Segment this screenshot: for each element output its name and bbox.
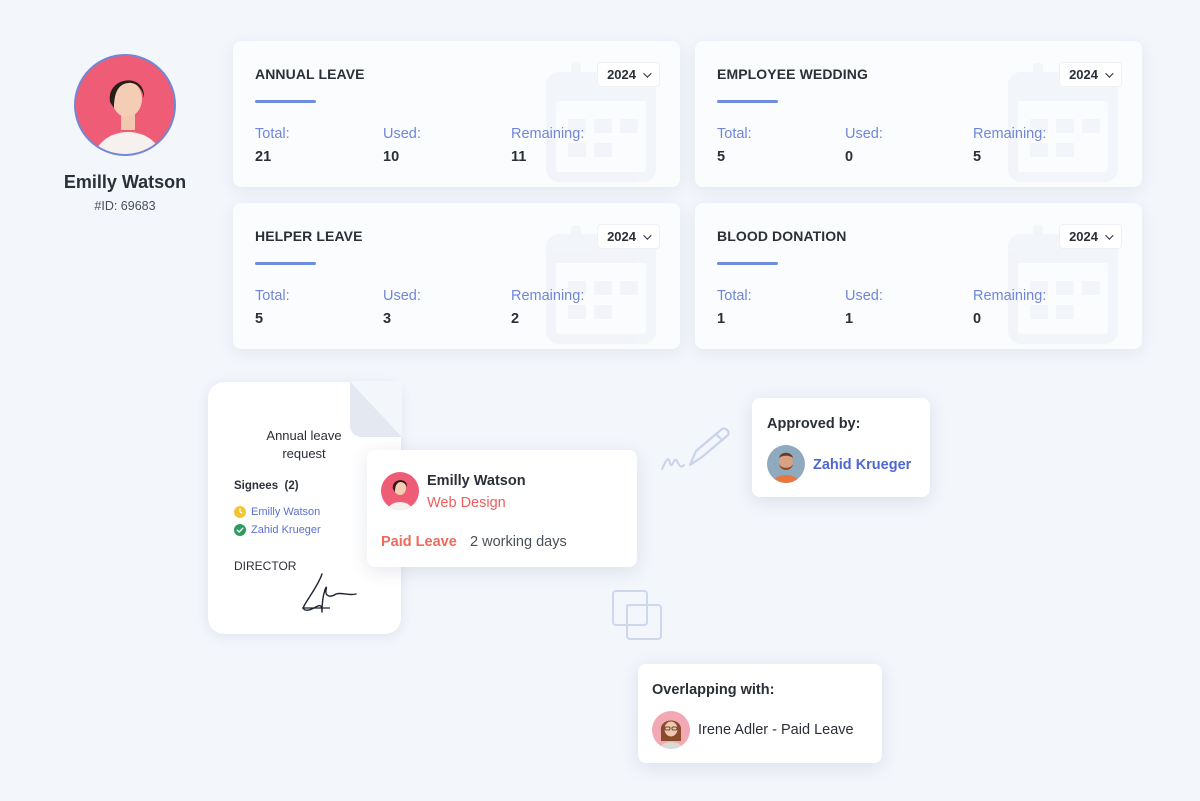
stat-label: Total: <box>717 288 752 304</box>
document-title: Annual leave request <box>266 428 342 461</box>
card-accent-bar <box>717 262 778 265</box>
avatar[interactable] <box>652 711 690 749</box>
avatar[interactable] <box>74 54 176 156</box>
stat-label: Remaining: <box>973 288 1047 304</box>
avatar[interactable] <box>381 472 419 510</box>
stat-used: Used: 0 <box>845 126 883 165</box>
signee-name: Emilly Watson <box>251 506 321 518</box>
stat-value: 5 <box>255 311 264 327</box>
year-select[interactable]: 2024 <box>1059 224 1122 249</box>
clock-icon <box>234 506 246 518</box>
check-circle-icon <box>234 524 246 536</box>
stat-label: Total: <box>717 126 752 142</box>
signer-role: DIRECTOR <box>234 559 297 573</box>
card-accent-bar <box>255 262 316 265</box>
stat-label: Used: <box>383 126 421 142</box>
chevron-down-icon <box>1105 68 1114 78</box>
stat-label: Used: <box>845 288 883 304</box>
signee-item[interactable]: Zahid Krueger <box>234 524 321 536</box>
stat-label: Remaining: <box>511 126 585 142</box>
card-accent-bar <box>255 100 316 103</box>
chevron-down-icon <box>1105 230 1114 240</box>
stat-total: Total: 5 <box>717 126 752 165</box>
employee-name: Emilly Watson <box>63 172 187 192</box>
requester-department: Web Design <box>427 495 506 511</box>
stat-remaining: Remaining: 0 <box>973 288 1046 327</box>
stat-value: 21 <box>255 149 272 165</box>
stat-total: Total: 21 <box>255 126 290 165</box>
employee-profile: Emilly Watson #ID: 69683 <box>50 54 200 213</box>
leave-card-wedding[interactable]: EMPLOYEE WEDDING 2024 Total: 5 Used: 0 R… <box>695 41 1142 187</box>
employee-id: #ID: 69683 <box>94 199 156 213</box>
stat-used: Used: 10 <box>383 126 421 165</box>
handwritten-signature <box>302 573 357 613</box>
year-value: 2024 <box>1069 67 1098 82</box>
avatar[interactable] <box>767 445 805 483</box>
signee-name: Zahid Krueger <box>251 524 321 536</box>
overlap-squares-icon <box>612 590 662 640</box>
year-value: 2024 <box>1069 229 1098 244</box>
chevron-down-icon <box>643 230 652 240</box>
overlapping-entry: Irene Adler - Paid Leave <box>698 722 854 738</box>
leave-duration: 2 working days <box>470 534 567 550</box>
stat-value: 0 <box>845 149 854 165</box>
card-accent-bar <box>717 100 778 103</box>
approver-name[interactable]: Zahid Krueger <box>813 457 911 473</box>
card-title: ANNUAL LEAVE <box>255 66 365 82</box>
stat-value: 1 <box>845 311 854 327</box>
overlapping-label: Overlapping with: <box>652 682 775 698</box>
stat-total: Total: 5 <box>255 288 290 327</box>
stat-value: 10 <box>383 149 400 165</box>
approved-by-card[interactable]: Approved by: Zahid Krueger <box>752 398 930 497</box>
pen-signature-icon <box>661 427 730 470</box>
stat-label: Remaining: <box>511 288 585 304</box>
card-title: BLOOD DONATION <box>717 228 847 244</box>
leave-card-annual[interactable]: ANNUAL LEAVE 2024 Total: 21 Used: 10 Rem… <box>233 41 680 187</box>
leave-card-helper[interactable]: HELPER LEAVE 2024 Total: 5 Used: 3 Remai… <box>233 203 680 349</box>
card-title: HELPER LEAVE <box>255 228 363 244</box>
stat-value: 2 <box>511 311 520 327</box>
year-value: 2024 <box>607 67 636 82</box>
year-value: 2024 <box>607 229 636 244</box>
stat-label: Used: <box>383 288 421 304</box>
stat-used: Used: 3 <box>383 288 421 327</box>
stat-remaining: Remaining: 5 <box>973 126 1046 165</box>
stat-remaining: Remaining: 11 <box>511 126 584 165</box>
stat-value: 3 <box>383 311 392 327</box>
overlapping-leave-card[interactable]: Overlapping with: Irene Adler - Paid Lea… <box>638 664 882 763</box>
signee-item[interactable]: Emilly Watson <box>234 506 320 518</box>
stat-label: Remaining: <box>973 126 1047 142</box>
stat-value: 5 <box>717 149 726 165</box>
leave-type: Paid Leave <box>381 534 457 550</box>
year-select[interactable]: 2024 <box>1059 62 1122 87</box>
stat-value: 5 <box>973 149 982 165</box>
stat-value: 1 <box>717 311 726 327</box>
requester-name: Emilly Watson <box>427 473 526 489</box>
chevron-down-icon <box>643 68 652 78</box>
year-select[interactable]: 2024 <box>597 224 660 249</box>
signees-label: Signees (2) <box>234 480 299 492</box>
stat-value: 0 <box>973 311 982 327</box>
stat-used: Used: 1 <box>845 288 883 327</box>
leave-request-card[interactable]: Emilly Watson Web Design Paid Leave 2 wo… <box>367 450 637 567</box>
leave-card-blood-donation[interactable]: BLOOD DONATION 2024 Total: 1 Used: 1 Rem… <box>695 203 1142 349</box>
stat-remaining: Remaining: 2 <box>511 288 584 327</box>
year-select[interactable]: 2024 <box>597 62 660 87</box>
card-title: EMPLOYEE WEDDING <box>717 66 868 82</box>
stat-total: Total: 1 <box>717 288 752 327</box>
stat-value: 11 <box>511 149 527 165</box>
approved-by-label: Approved by: <box>767 416 861 432</box>
stat-label: Used: <box>845 126 883 142</box>
stat-label: Total: <box>255 126 290 142</box>
stat-label: Total: <box>255 288 290 304</box>
